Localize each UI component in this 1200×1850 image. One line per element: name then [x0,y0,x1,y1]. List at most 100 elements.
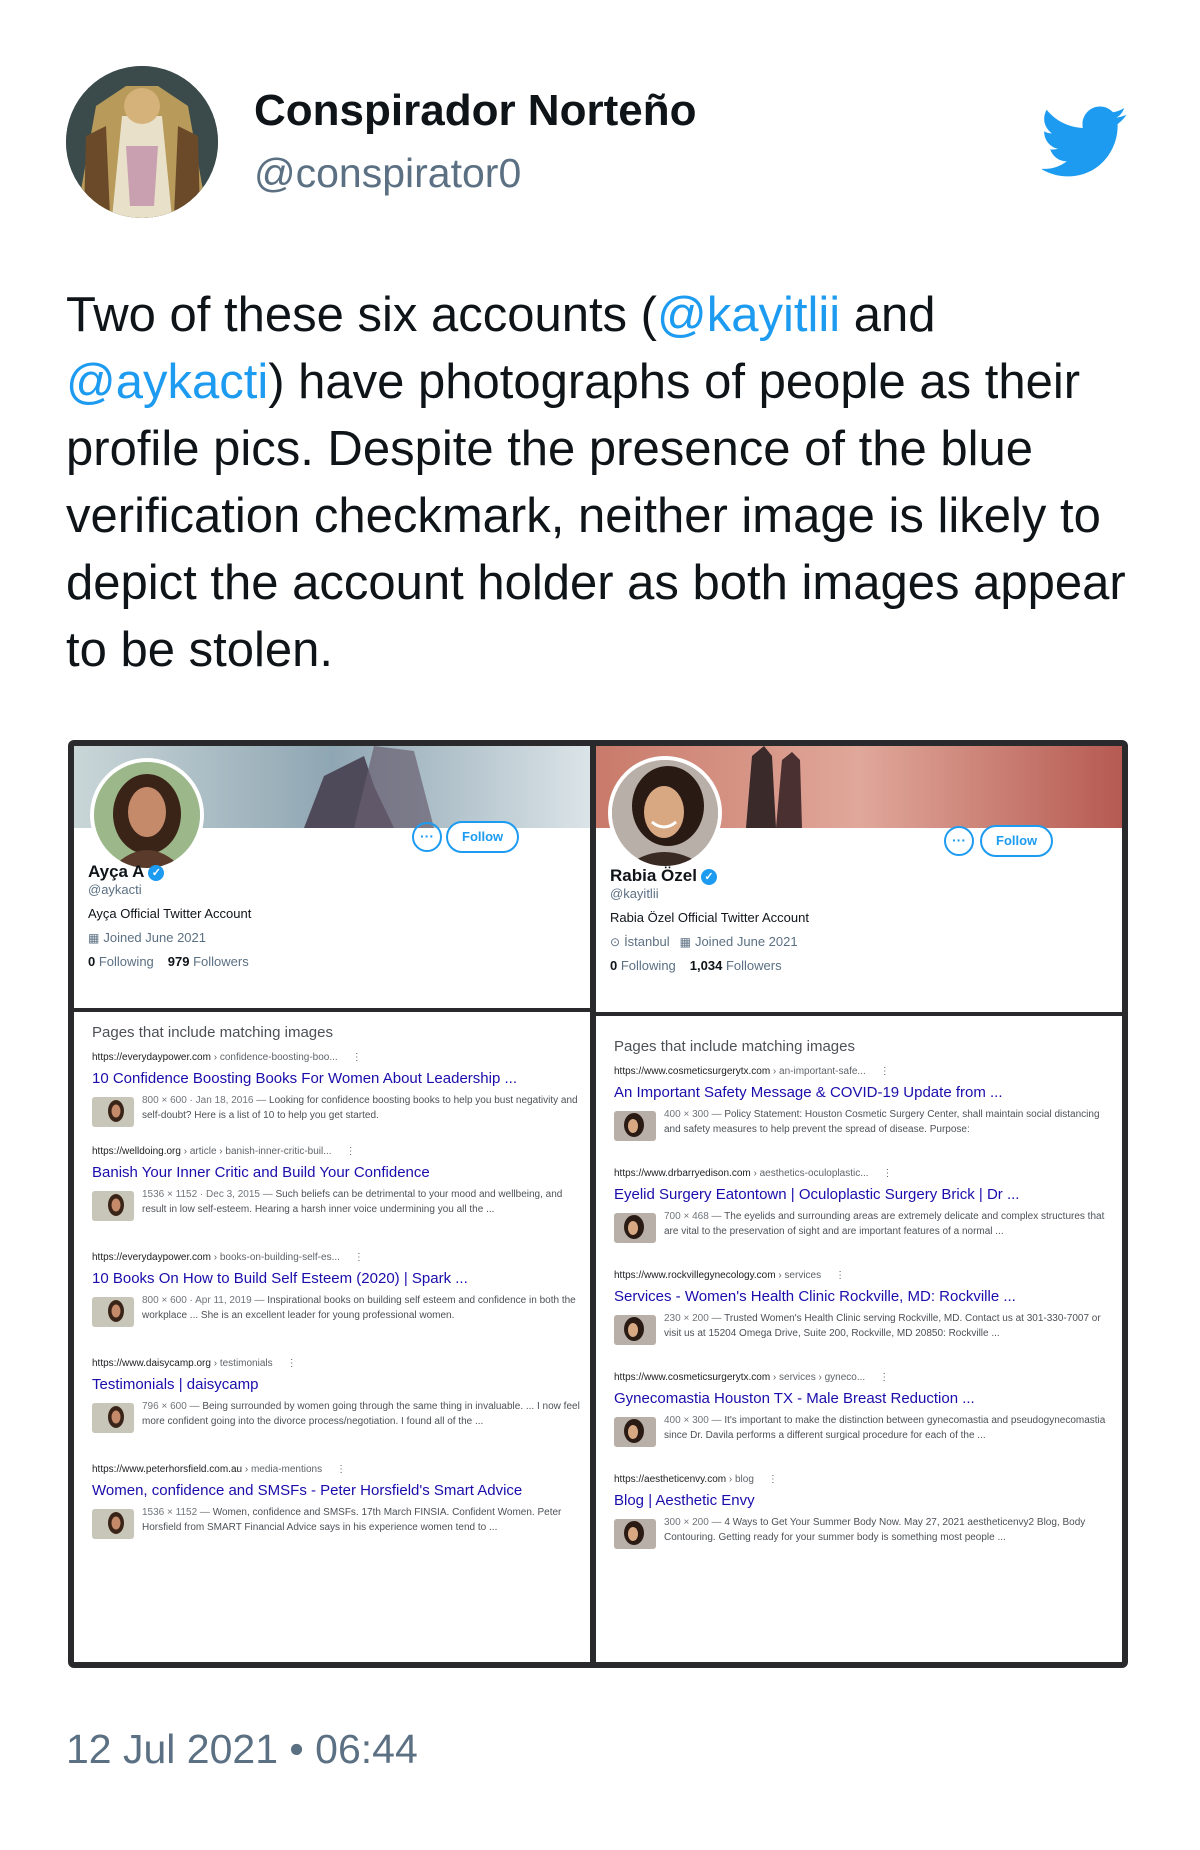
location: İstanbul [624,934,670,949]
result-title[interactable]: Testimonials | daisycamp [92,1376,584,1395]
tweet-timestamp[interactable]: 12 Jul 2021 • 06:44 [66,1726,418,1773]
author-name[interactable]: Conspirador Norteño [254,86,696,136]
result-snippet: 4 Ways to Get Your Summer Body Now. May … [664,1517,1086,1543]
mention-aykacti[interactable]: @aykacti [66,355,268,409]
result-snippet: The eyelids and surrounding areas are ex… [664,1211,1105,1237]
profile-card-aykacti: ··· Follow Ayça A ✓ @aykacti Ayça Officia… [74,746,590,1008]
result-url[interactable]: https://www.peterhorsfield.com.au › medi… [92,1464,584,1478]
result-url[interactable]: https://www.cosmeticsurgerytx.com › an-i… [614,1066,1116,1080]
result-meta: 1536 × 1152 — [142,1507,213,1518]
more-vert-icon[interactable]: ⋮ [336,1464,346,1475]
following-label[interactable]: Following [621,958,676,973]
profile-handle: @aykacti [88,882,142,897]
result-body: 800 × 600 · Apr 11, 2019 — Inspirational… [92,1293,584,1327]
result-meta: 800 × 600 · Jan 18, 2016 — [142,1095,270,1106]
more-options-button[interactable]: ··· [412,822,442,852]
search-result[interactable]: https://www.peterhorsfield.com.au › medi… [92,1464,584,1539]
more-vert-icon[interactable]: ⋮ [880,1066,890,1077]
search-result[interactable]: https://www.cosmeticsurgerytx.com › serv… [614,1372,1116,1447]
more-vert-icon[interactable]: ⋮ [883,1168,893,1179]
result-domain: https://www.cosmeticsurgerytx.com [614,1066,771,1077]
result-url[interactable]: https://everydaypower.com › books-on-bui… [92,1252,584,1266]
result-thumbnail[interactable] [92,1403,134,1433]
result-path: › testimonials [210,1358,273,1369]
result-thumbnail[interactable] [92,1509,134,1539]
followers-label[interactable]: Followers [726,958,782,973]
result-meta: 800 × 600 · Apr 11, 2019 — [142,1295,268,1306]
result-title[interactable]: Banish Your Inner Critic and Build Your … [92,1164,584,1183]
profile-avatar[interactable] [608,756,722,870]
profile-meta: ⊙ İstanbul ▦ Joined June 2021 [610,934,798,949]
result-url[interactable]: https://everydaypower.com › confidence-b… [92,1052,584,1066]
more-vert-icon[interactable]: ⋮ [768,1474,778,1485]
search-result[interactable]: https://everydaypower.com › books-on-bui… [92,1252,584,1327]
follow-button[interactable]: Follow [446,821,520,853]
result-title[interactable]: 10 Books On How to Build Self Esteem (20… [92,1270,584,1289]
result-body: 230 × 200 — Trusted Women's Health Clini… [614,1311,1116,1345]
tweet-text: Two of these six accounts (@kayitlii and… [66,282,1146,684]
joined-date: Joined June 2021 [694,934,798,949]
result-body: 1536 × 1152 — Women, confidence and SMSF… [92,1505,584,1539]
more-vert-icon[interactable]: ⋮ [287,1358,297,1369]
search-result[interactable]: https://everydaypower.com › confidence-b… [92,1052,584,1127]
twitter-bird-icon[interactable] [1040,106,1128,178]
result-title[interactable]: Gynecomastia Houston TX - Male Breast Re… [614,1390,1116,1409]
attached-image[interactable]: ··· Follow Ayça A ✓ @aykacti Ayça Officia… [68,740,1128,1668]
result-thumbnail[interactable] [92,1097,134,1127]
followers-count[interactable]: 979 [168,954,190,969]
verified-badge-icon: ✓ [148,865,165,881]
result-title[interactable]: 10 Confidence Boosting Books For Women A… [92,1070,584,1089]
author-avatar[interactable] [66,66,218,218]
result-url[interactable]: https://aestheticenvy.com › blog ⋮ [614,1474,1116,1488]
result-snippet: Trusted Women's Health Clinic serving Ro… [664,1313,1101,1339]
result-body: 796 × 600 — Being surrounded by women go… [92,1399,584,1433]
following-label[interactable]: Following [99,954,154,969]
result-thumbnail[interactable] [614,1315,656,1345]
result-url[interactable]: https://www.drbarryedison.com › aestheti… [614,1168,1116,1182]
following-count[interactable]: 0 [88,954,95,969]
more-vert-icon[interactable]: ⋮ [354,1252,364,1263]
profile-name[interactable]: Ayça A ✓ [88,862,165,882]
follow-button[interactable]: Follow [980,825,1054,857]
search-result[interactable]: https://www.cosmeticsurgerytx.com › an-i… [614,1066,1116,1141]
result-url[interactable]: https://www.rockvillegynecology.com › se… [614,1270,1116,1284]
result-thumbnail[interactable] [614,1519,656,1549]
result-url[interactable]: https://welldoing.org › article › banish… [92,1146,584,1160]
result-title[interactable]: Services - Women's Health Clinic Rockvil… [614,1288,1116,1307]
result-title[interactable]: Blog | Aesthetic Envy [614,1492,1116,1511]
profile-name[interactable]: Rabia Özel ✓ [610,866,717,886]
result-meta: 1536 × 1152 · Dec 3, 2015 — [142,1189,276,1200]
result-thumbnail[interactable] [92,1297,134,1327]
followers-count[interactable]: 1,034 [690,958,723,973]
search-result[interactable]: https://www.rockvillegynecology.com › se… [614,1270,1116,1345]
profile-avatar[interactable] [90,758,204,872]
author-handle[interactable]: @conspirator0 [254,150,521,197]
result-thumbnail[interactable] [614,1111,656,1141]
search-result[interactable]: https://welldoing.org › article › banish… [92,1146,584,1221]
more-options-button[interactable]: ··· [944,826,974,856]
search-result[interactable]: https://aestheticenvy.com › blog ⋮ Blog |… [614,1474,1116,1549]
more-vert-icon[interactable]: ⋮ [352,1052,362,1063]
search-result[interactable]: https://www.daisycamp.org › testimonials… [92,1358,584,1433]
result-url[interactable]: https://www.cosmeticsurgerytx.com › serv… [614,1372,1116,1386]
more-vert-icon[interactable]: ⋮ [879,1372,889,1383]
result-title[interactable]: Women, confidence and SMSFs - Peter Hors… [92,1482,584,1501]
result-path: › blog [726,1474,754,1485]
search-result[interactable]: https://www.drbarryedison.com › aestheti… [614,1168,1116,1243]
followers-label[interactable]: Followers [193,954,249,969]
result-url[interactable]: https://www.daisycamp.org › testimonials… [92,1358,584,1372]
profile-handle: @kayitlii [610,886,659,901]
result-meta: 400 × 300 — [664,1109,725,1120]
result-path: › an-important-safe... [770,1066,866,1077]
more-vert-icon[interactable]: ⋮ [346,1146,356,1157]
result-domain: https://www.cosmeticsurgerytx.com [614,1372,771,1383]
result-thumbnail[interactable] [614,1213,656,1243]
result-title[interactable]: An Important Safety Message & COVID-19 U… [614,1084,1116,1103]
following-count[interactable]: 0 [610,958,617,973]
result-thumbnail[interactable] [614,1417,656,1447]
image-search-results-right: Pages that include matching images https… [596,1016,1122,1662]
more-vert-icon[interactable]: ⋮ [835,1270,845,1281]
result-thumbnail[interactable] [92,1191,134,1221]
result-title[interactable]: Eyelid Surgery Eatontown | Oculoplastic … [614,1186,1116,1205]
mention-kayitlii[interactable]: @kayitlii [657,288,840,342]
